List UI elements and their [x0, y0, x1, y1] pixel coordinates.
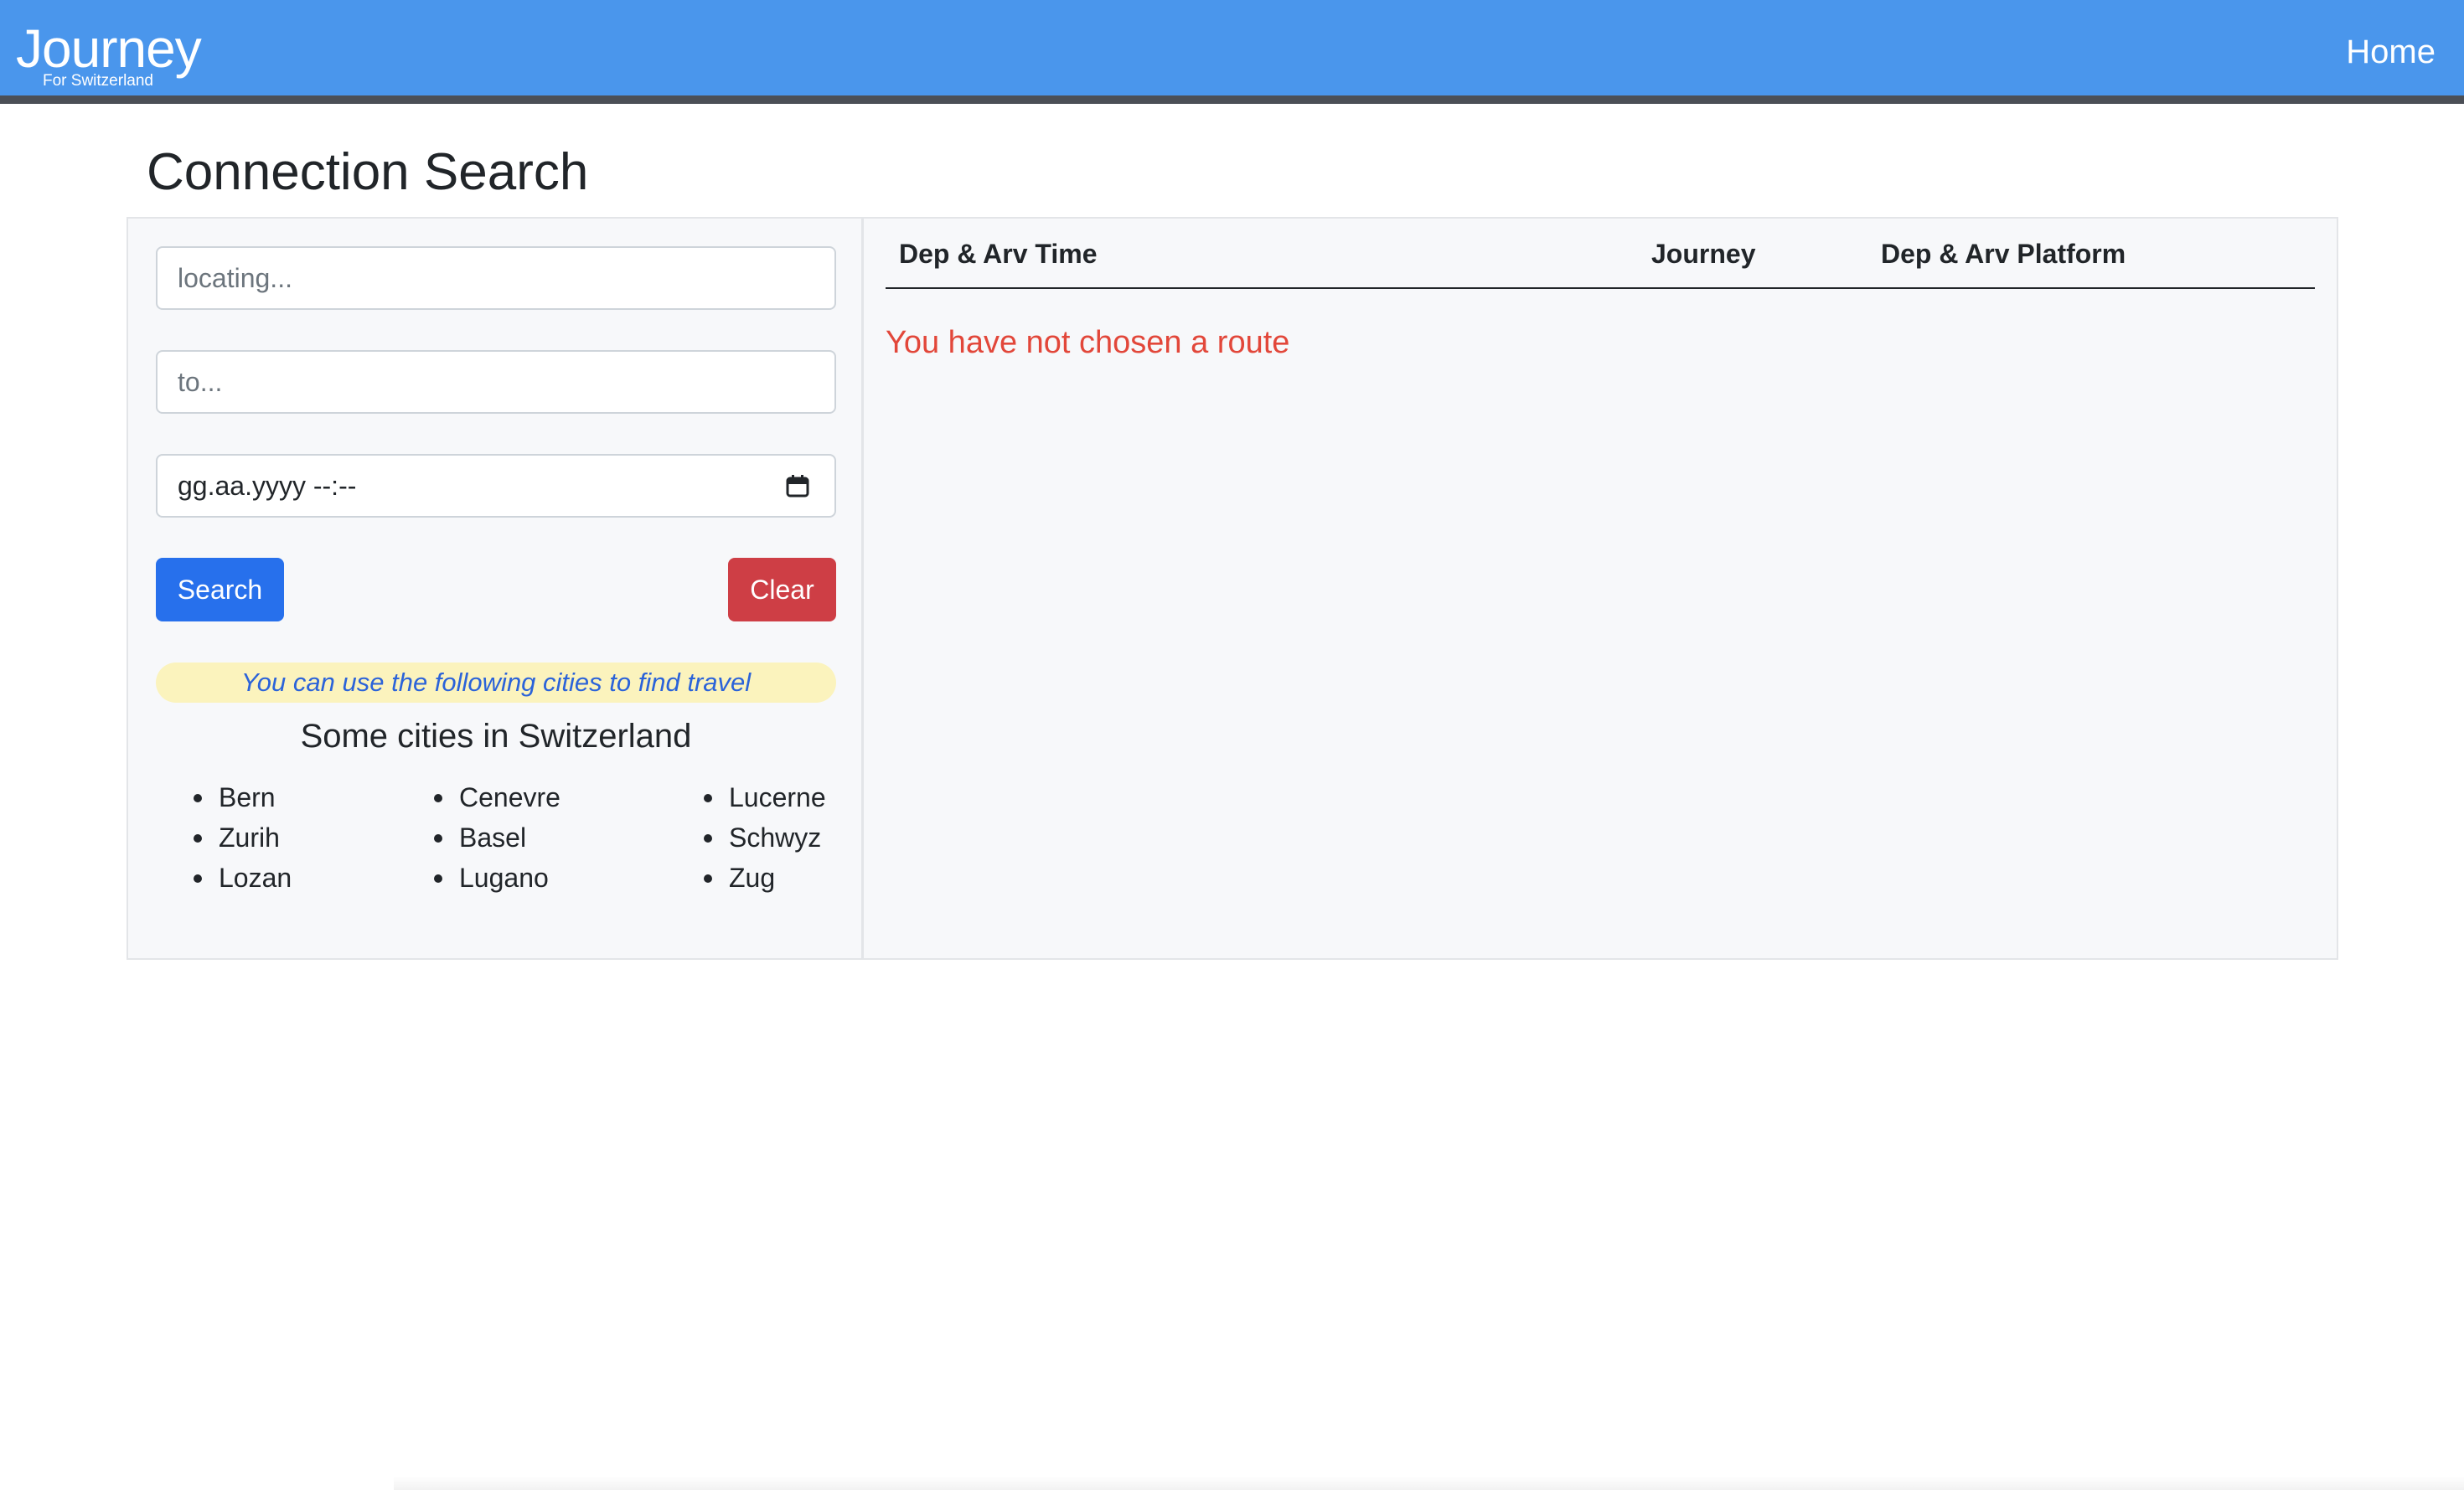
city-list-column-3: Lucerne Schwyz Zug — [704, 777, 826, 898]
brand-title: Journey — [16, 18, 202, 79]
city-item: Zug — [704, 858, 826, 898]
datetime-input-value: gg.aa.yyyy --:-- — [178, 471, 357, 501]
city-item: Lozan — [194, 858, 292, 898]
results-panel: Dep & Arv Time Journey Dep & Arv Platfor… — [864, 219, 2337, 958]
brand-logo[interactable]: Journey For Switzerland — [16, 20, 234, 95]
from-input[interactable]: locating... — [156, 246, 836, 310]
page-bottom-shadow — [394, 1476, 2464, 1490]
clear-button[interactable]: Clear — [728, 558, 836, 621]
city-item: Bern — [194, 777, 292, 817]
cities-heading: Some cities in Switzerland — [300, 718, 692, 755]
column-header-time: Dep & Arv Time — [899, 239, 1098, 269]
no-route-message: You have not chosen a route — [886, 325, 1290, 360]
city-item: Schwyz — [704, 817, 826, 858]
column-header-journey: Journey — [1651, 239, 1756, 269]
cities-hint: You can use the following cities to find… — [156, 663, 836, 703]
city-item: Lucerne — [704, 777, 826, 817]
top-navbar: Journey For Switzerland Home — [0, 0, 2464, 104]
datetime-input[interactable]: gg.aa.yyyy --:-- — [156, 454, 836, 518]
city-item: Zurih — [194, 817, 292, 858]
page-title: Connection Search — [147, 143, 589, 201]
nav-link-home[interactable]: Home — [2346, 32, 2436, 72]
search-button[interactable]: Search — [156, 558, 284, 621]
column-header-platform: Dep & Arv Platform — [1881, 239, 2126, 269]
city-item: Basel — [434, 817, 560, 858]
city-item: Cenevre — [434, 777, 560, 817]
calendar-icon[interactable] — [786, 474, 809, 498]
city-item: Lugano — [434, 858, 560, 898]
to-input[interactable]: to... — [156, 350, 836, 414]
results-table-header: Dep & Arv Time Journey Dep & Arv Platfor… — [886, 219, 2315, 289]
from-input-placeholder: locating... — [178, 263, 292, 293]
brand-subtitle: For Switzerland — [43, 72, 153, 90]
to-input-placeholder: to... — [178, 367, 223, 397]
search-form-panel: locating... to... gg.aa.yyyy --:-- Searc… — [128, 219, 864, 958]
city-list-column-2: Cenevre Basel Lugano — [434, 777, 560, 898]
city-list-column-1: Bern Zurih Lozan — [194, 777, 292, 898]
connection-search-card: locating... to... gg.aa.yyyy --:-- Searc… — [127, 217, 2338, 960]
